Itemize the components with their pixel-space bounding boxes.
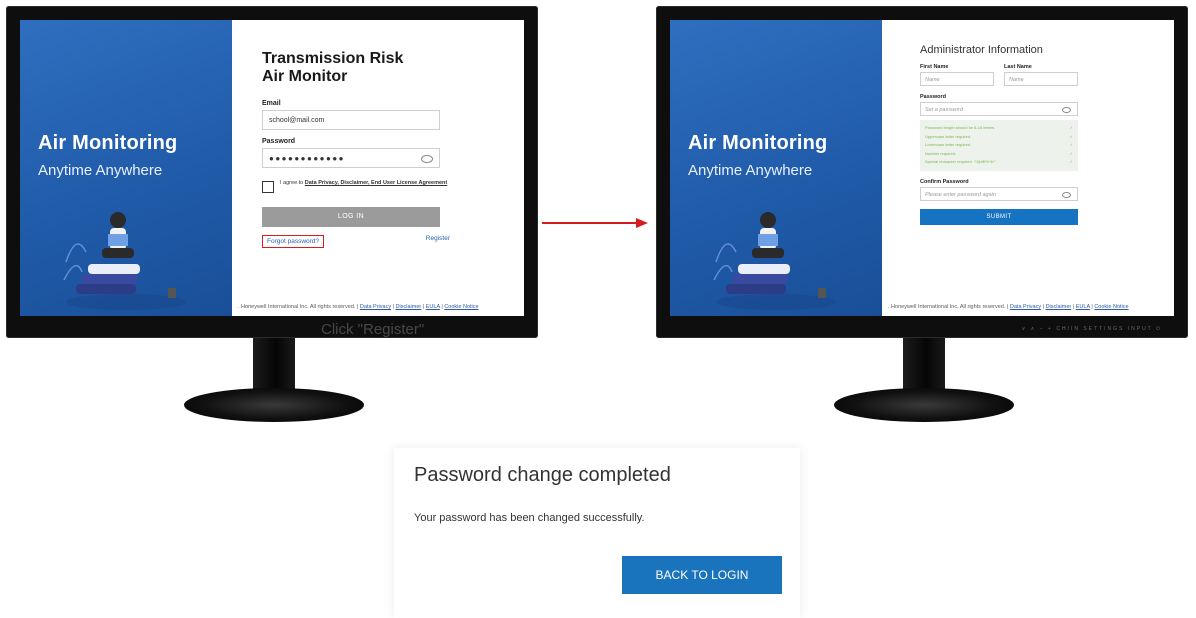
footer-link-privacy[interactable]: Data Privacy [1010,304,1041,310]
check-icon: ✓ [1069,142,1073,147]
password-changed-card: Password change completed Your password … [394,448,800,618]
set-password-placeholder: Set a password [925,107,963,113]
completion-title: Password change completed [414,464,671,486]
footer-link-cookie[interactable]: Cookie Notice [444,304,478,310]
hero-panel: Air Monitoring Anytime Anywhere [670,20,882,316]
bezel-controls: ∨ ∧ − + CH/IN SETTINGS INPUT ⏻ [1021,326,1162,332]
app-title-line1: Transmission Risk [262,50,404,67]
rule-text: Uppercase letter required. [925,133,972,139]
show-password-eye-icon[interactable] [421,155,433,163]
back-to-login-button[interactable]: BACK TO LOGIN [622,556,782,594]
submit-button[interactable]: SUBMIT [920,208,1078,225]
reading-person-illustration [713,212,836,310]
rule-item: Lowercase letter required. ✓ [925,141,1073,150]
monitor-stand-base [184,388,364,422]
app-title-line2: Air Monitor [262,68,348,85]
footer-link-eula[interactable]: EULA [426,304,440,310]
email-value: school@mail.com [269,117,325,124]
login-footer: . Honeywell International Inc. All right… [238,304,479,310]
first-name-label: First Name [920,64,949,70]
monitor-stand-neck [903,338,945,390]
show-confirm-eye-icon[interactable] [1062,191,1071,198]
agree-checkbox[interactable] [262,181,274,193]
check-icon: ✓ [1069,125,1073,130]
rule-item: Password length should be 8-16 letters. ✓ [925,124,1073,133]
register-link[interactable]: Register [426,235,450,248]
first-name-input[interactable]: Name [920,72,994,86]
admin-title: Administrator Information [920,44,1043,56]
rule-item: Number required. ✓ [925,150,1073,159]
hero-title: Air Monitoring [688,132,828,154]
rule-text: Lowercase letter required. [925,142,972,147]
hero-subtitle: Anytime Anywhere [688,162,813,179]
footer-link-privacy[interactable]: Data Privacy [360,304,391,310]
password-rules: Password length should be 8-16 letters. ✓… [920,120,1078,171]
agree-prefix: I agree to [280,180,305,186]
check-icon: ✓ [1069,133,1073,139]
agree-row: I agree to Data Privacy, Disclaimer, End… [262,180,450,193]
login-form: Transmission Risk Air Monitor Email scho… [262,50,450,248]
footer-text: . Honeywell International Inc. All right… [888,304,1010,310]
login-links: Forgot password? Register [262,235,450,248]
first-name-group: First Name Name [920,64,994,86]
reading-person-illustration [63,212,186,310]
confirm-password-input[interactable]: Please enter password again [920,186,1078,201]
password-value: ●●●●●●●●●●●● [269,154,345,163]
rule-text: Number required. [925,150,957,156]
rule-text: Password length should be 8-16 letters. [925,125,996,130]
login-screen: Air Monitoring Anytime Anywhere Transmis… [20,20,524,316]
hero-subtitle: Anytime Anywhere [38,162,163,179]
footer-link-eula[interactable]: EULA [1076,304,1090,310]
flow-arrow-icon [542,218,648,228]
arrow-head [636,218,648,228]
set-password-input[interactable]: Set a password [920,102,1078,116]
last-name-placeholder: Name [1009,77,1024,83]
agree-link[interactable]: Data Privacy, Disclaimer, End User Licen… [305,180,447,186]
forgot-password-link[interactable]: Forgot password? [262,235,325,248]
hero-panel: Air Monitoring Anytime Anywhere [20,20,232,316]
admin-monitor: Air Monitoring Anytime Anywhere Administ… [656,6,1188,338]
confirm-password-label: Confirm Password [920,178,969,185]
footer-link-disclaimer[interactable]: Disclaimer [1046,304,1072,310]
last-name-group: Last Name Name [1004,64,1078,86]
click-register-overlay: Click "Register" [321,321,425,338]
completion-message: Your password has been changed successfu… [414,512,645,524]
rule-item: Special character required. "!@#$%^&*". ✓ [925,158,1073,167]
set-password-label: Password [920,94,946,100]
footer-link-disclaimer[interactable]: Disclaimer [396,304,422,310]
login-monitor: Air Monitoring Anytime Anywhere Transmis… [6,6,538,338]
password-field[interactable]: ●●●●●●●●●●●● [262,148,440,168]
admin-form: Administrator Information First Name Nam… [920,44,1078,225]
monitor-stand-neck [253,338,295,390]
confirm-password-placeholder: Please enter password again [925,191,996,198]
footer-text: . Honeywell International Inc. All right… [238,304,360,310]
admin-screen: Air Monitoring Anytime Anywhere Administ… [670,20,1174,316]
name-row: First Name Name Last Name Name [920,64,1078,86]
check-icon: ✓ [1069,150,1073,156]
last-name-input[interactable]: Name [1004,72,1078,86]
footer-link-cookie[interactable]: Cookie Notice [1094,304,1128,310]
monitor-stand-base [834,388,1014,422]
login-button[interactable]: LOG IN [262,207,440,227]
email-label: Email [262,100,281,107]
rule-text: Special character required. "!@#$%^&*". [925,159,998,164]
admin-footer: . Honeywell International Inc. All right… [888,304,1129,310]
rule-item: Uppercase letter required. ✓ [925,133,1073,142]
password-label: Password [262,138,296,145]
agree-text: I agree to Data Privacy, Disclaimer, End… [280,180,447,193]
check-icon: ✓ [1069,159,1073,164]
last-name-label: Last Name [1004,64,1032,70]
first-name-placeholder: Name [925,77,940,83]
arrow-line [542,222,638,224]
hero-title: Air Monitoring [38,132,178,154]
show-password-eye-icon[interactable] [1062,107,1071,113]
email-field[interactable]: school@mail.com [262,110,440,130]
